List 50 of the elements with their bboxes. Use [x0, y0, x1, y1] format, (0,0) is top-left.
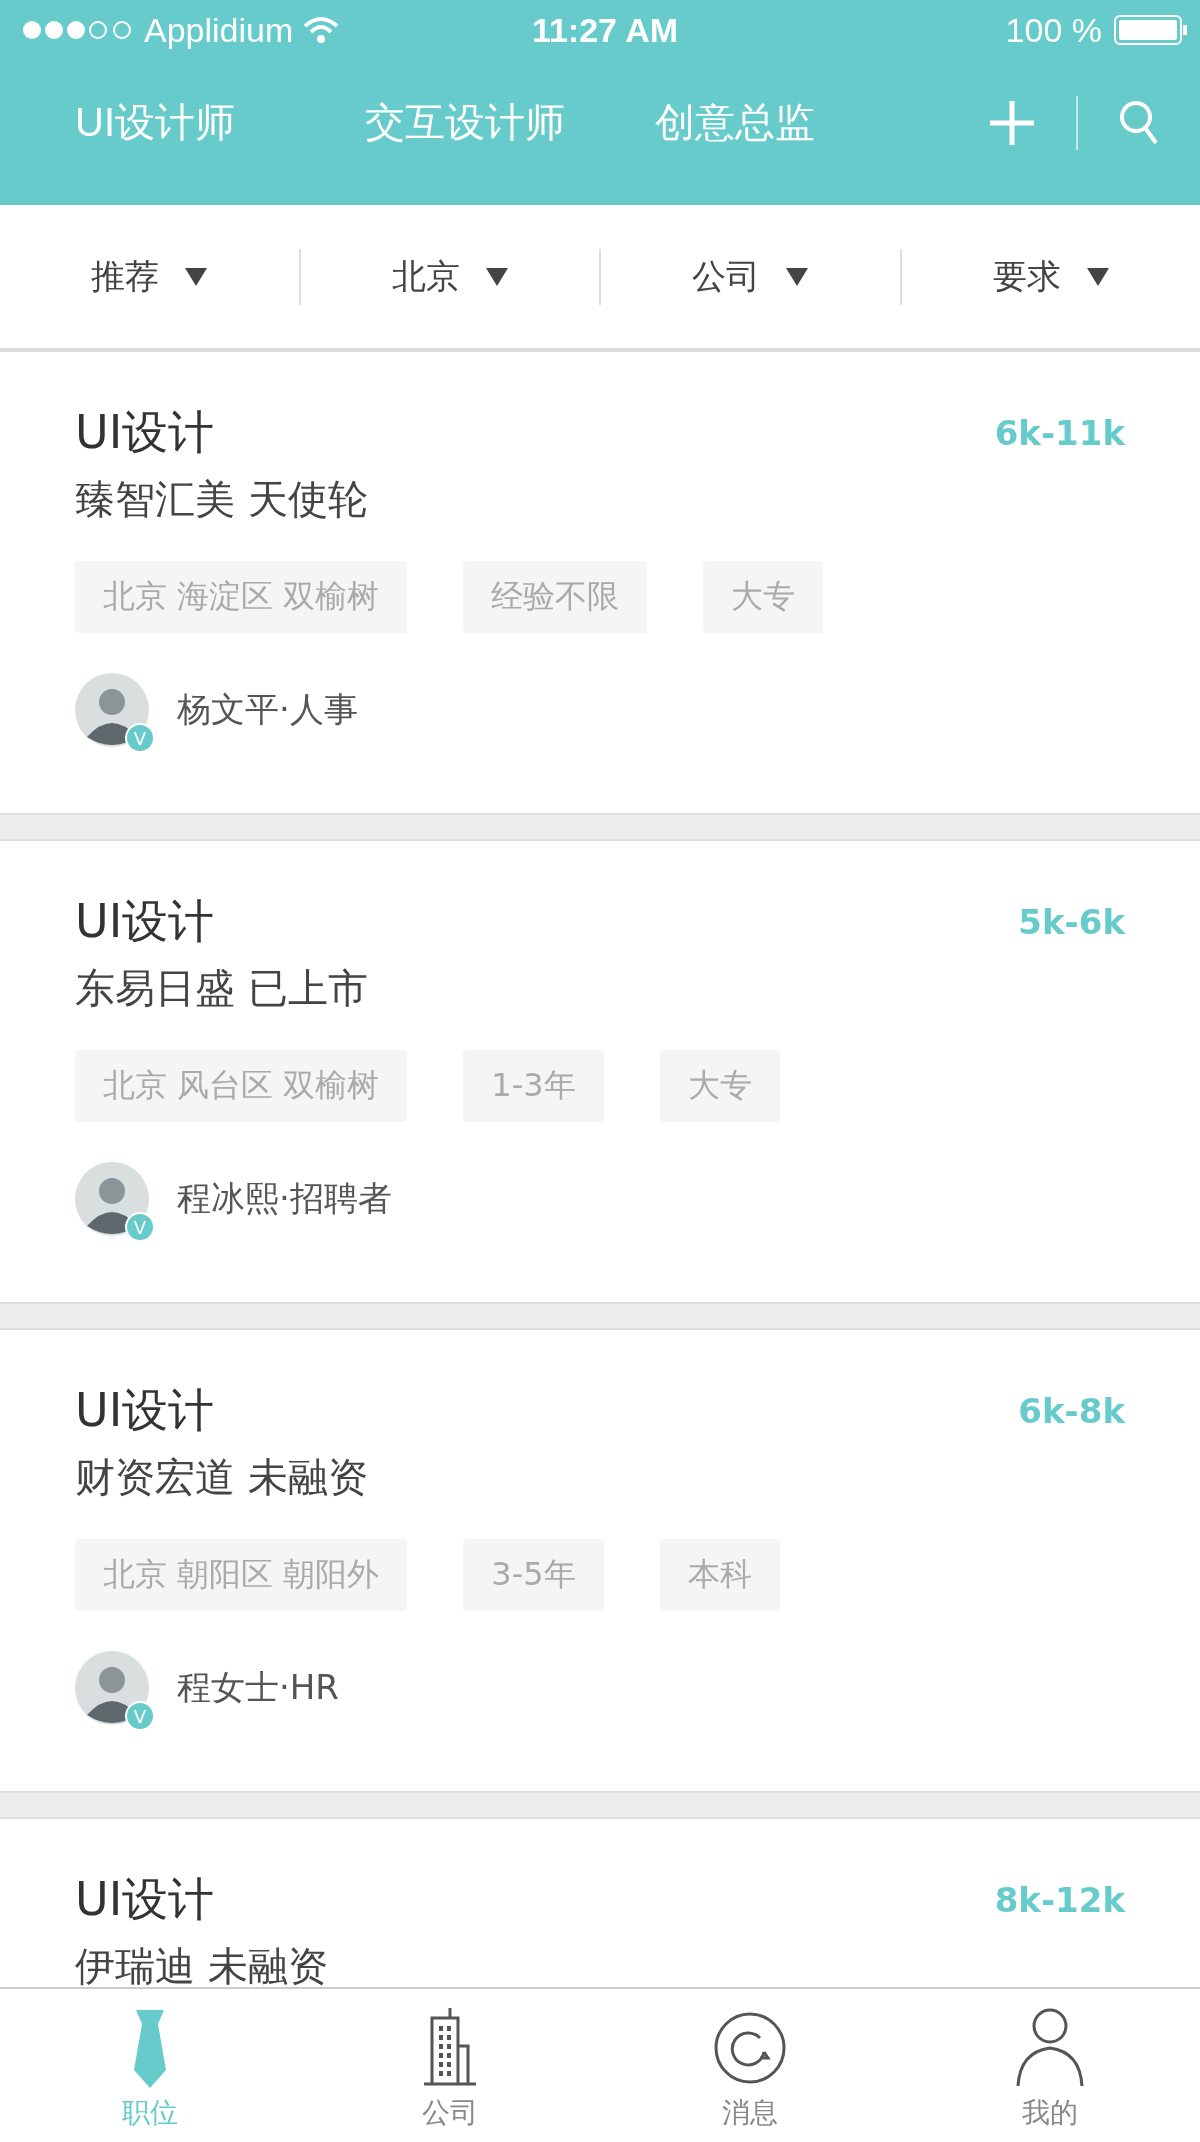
job-tag: 3-5年	[463, 1539, 604, 1611]
salary-range: 6k-8k	[1018, 1391, 1125, 1431]
caret-icon	[786, 267, 809, 286]
job-tag: 大专	[703, 561, 824, 633]
carrier-name: Applidium	[144, 10, 294, 50]
filter-dropdown[interactable]: 公司	[601, 248, 902, 305]
verified-badge: V	[125, 723, 155, 753]
job-tag: 北京 海淀区 双榆树	[75, 561, 408, 633]
verified-badge: V	[125, 1212, 155, 1242]
signal-icon	[22, 20, 134, 40]
company-info: 财资宏道 未融资	[75, 1453, 369, 1502]
salary-range: 5k-6k	[1018, 902, 1125, 942]
caret-icon	[185, 267, 208, 286]
job-tag: 北京 风台区 双榆树	[75, 1050, 408, 1122]
company-info: 东易日盛 已上市	[75, 964, 369, 1013]
plus-icon	[988, 98, 1036, 147]
verified-badge: V	[125, 1701, 155, 1731]
job-card[interactable]: UI设计 8k-12k 伊瑞迪 未融资	[0, 1817, 1200, 1987]
tab-bar-item[interactable]: 我的	[900, 1989, 1200, 2142]
battery-icon	[1114, 15, 1188, 45]
battery-percent: 100 %	[1005, 10, 1102, 50]
job-card[interactable]: UI设计 6k-11k 臻智汇美 天使轮 北京 海淀区 双榆树 经验不限 大专 V 杨文平·人事	[0, 350, 1200, 815]
caret-icon	[485, 267, 508, 286]
tab-bar-item[interactable]: 消息	[600, 1989, 900, 2142]
company-info: 臻智汇美 天使轮	[75, 475, 369, 524]
filter-dropdown[interactable]: 要求	[901, 248, 1200, 305]
status-time: 11:27 AM	[530, 10, 680, 50]
recruiter-name: 程冰熙·招聘者	[177, 1177, 392, 1220]
salary-range: 8k-12k	[994, 1880, 1125, 1920]
job-tag: 经验不限	[463, 561, 648, 633]
recruiter-name: 杨文平·人事	[177, 688, 358, 731]
filter-dropdown[interactable]: 北京	[300, 248, 601, 305]
job-tag: 北京 朝阳区 朝阳外	[75, 1539, 408, 1611]
caret-icon	[1086, 267, 1109, 286]
wifi-icon	[303, 16, 340, 44]
company-info: 伊瑞迪 未融资	[75, 1942, 329, 1987]
tab-bar-item[interactable]: 公司	[300, 1989, 600, 2142]
job-tag: 大专	[659, 1050, 780, 1122]
job-title: UI设计	[75, 404, 215, 461]
job-tag: 本科	[659, 1539, 780, 1611]
job-title: UI设计	[75, 1871, 215, 1928]
recruiter-name: 程女士·HR	[177, 1666, 339, 1709]
job-card[interactable]: UI设计 6k-8k 财资宏道 未融资 北京 朝阳区 朝阳外 3-5年 本科 V 程女士·HR	[0, 1328, 1200, 1793]
filter-dropdown[interactable]: 推荐	[0, 248, 301, 305]
job-card[interactable]: UI设计 5k-6k 东易日盛 已上市 北京 风台区 双榆树 1-3年 大专 V 程冰熙·招聘者	[0, 839, 1200, 1304]
salary-range: 6k-11k	[994, 413, 1125, 453]
job-title: UI设计	[75, 1382, 215, 1439]
job-title: UI设计	[75, 893, 215, 950]
job-tag: 1-3年	[463, 1050, 604, 1122]
search-icon	[1118, 98, 1160, 147]
